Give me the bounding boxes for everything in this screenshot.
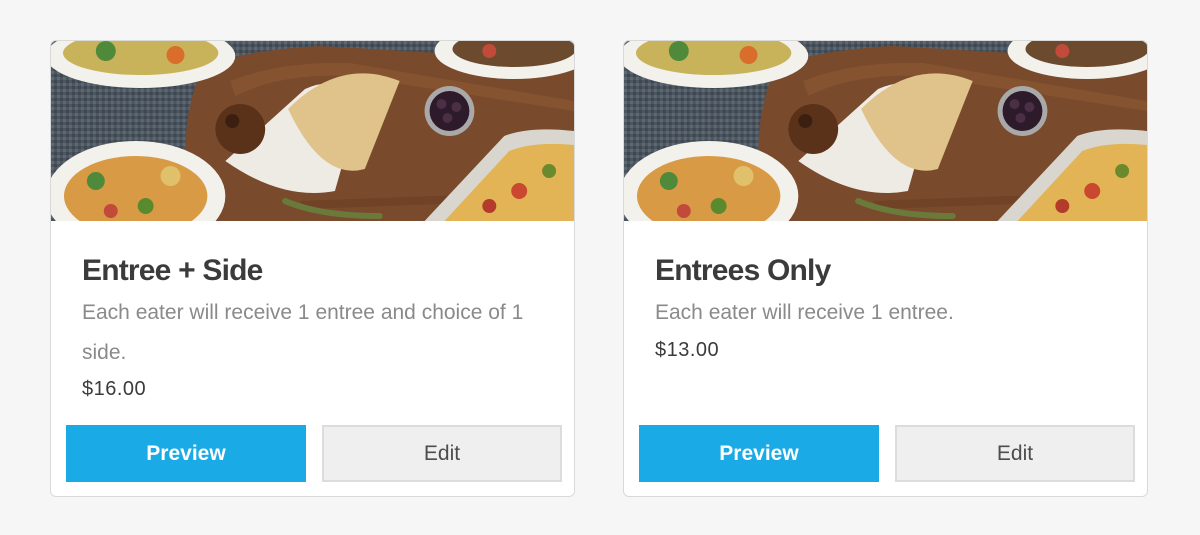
card-description: Each eater will receive 1 entree. [655,301,954,324]
food-photo [624,41,1147,221]
menu-card-entree-side: Entree + Side Each eater will receive 1 … [50,40,575,497]
card-price: $13.00 [655,339,720,361]
edit-button[interactable]: Edit [322,425,562,482]
preview-button[interactable]: Preview [66,425,306,482]
card-description: Each eater will receive 1 entree and cho… [82,301,524,364]
food-photo [51,41,574,221]
card-title: Entree + Side [82,254,263,287]
edit-button[interactable]: Edit [895,425,1135,482]
preview-button[interactable]: Preview [639,425,879,482]
menu-card-entrees-only: Entrees Only Each eater will receive 1 e… [623,40,1148,497]
card-price: $16.00 [82,378,147,400]
card-title: Entrees Only [655,254,831,287]
